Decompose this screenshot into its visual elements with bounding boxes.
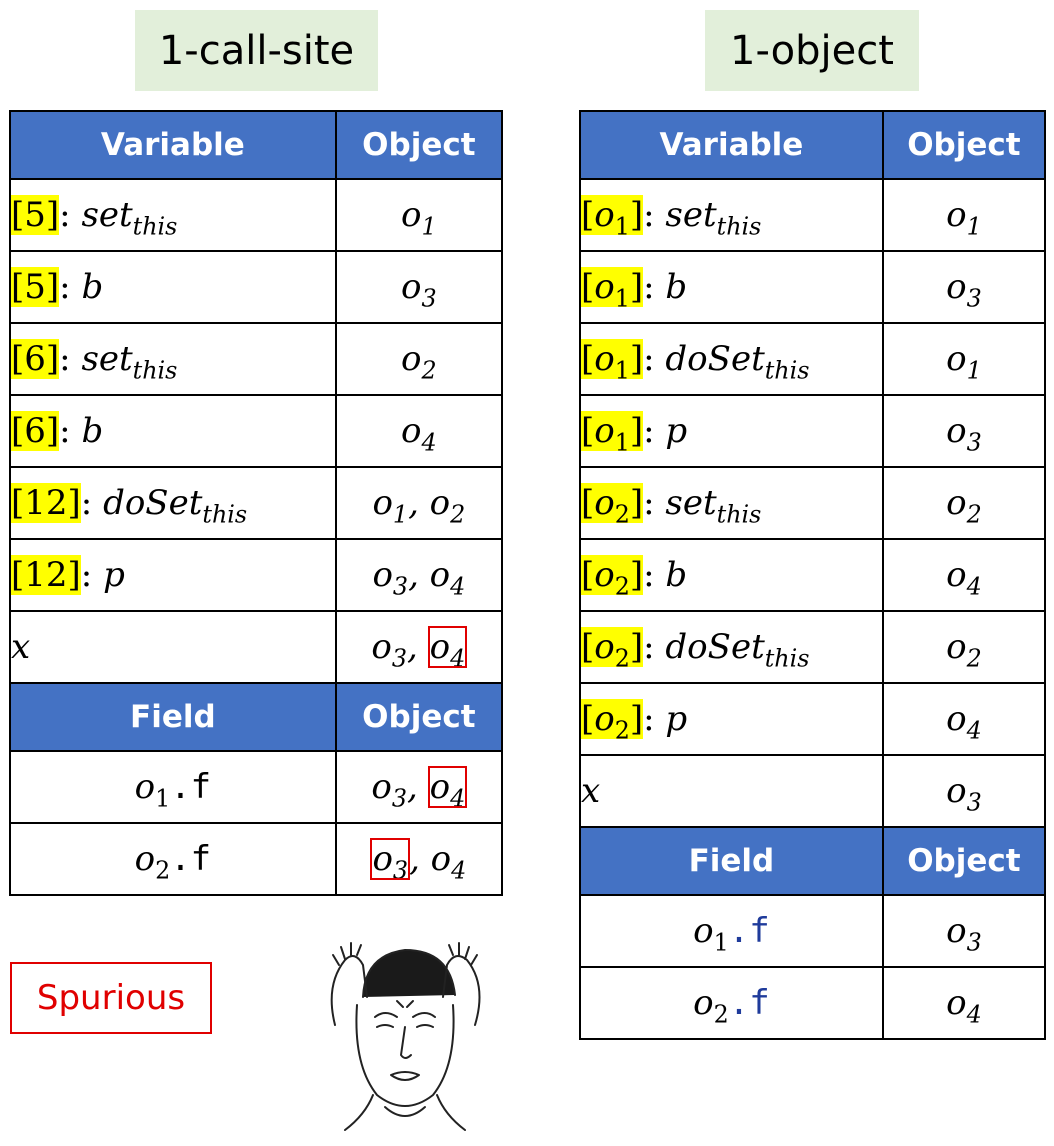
table-row: [o2]: setthis o2 — [579, 466, 1047, 540]
variable-header: Variable — [579, 110, 884, 180]
variable-cell: [5]: b — [9, 250, 337, 324]
object-field-header-row: Field Object — [579, 826, 1047, 896]
call-site-points-to-table: Variable Object [5]: setthis o1 [5]: b o3 [6… — [9, 110, 504, 896]
object-title: 1-object — [705, 10, 919, 91]
object-cell: o2 — [881, 610, 1047, 684]
variable-cell: [o1]: doSetthis — [579, 322, 884, 396]
table-row: x o3, o4 — [9, 610, 504, 684]
table-row: [o1]: p o3 — [579, 394, 1047, 468]
table-row: x o3 — [579, 754, 1047, 828]
variable-cell: [o1]: p — [579, 394, 884, 468]
variable-cell: [o1]: setthis — [579, 178, 884, 252]
object-header-row: Variable Object — [579, 110, 1047, 180]
field-header: Field — [9, 682, 337, 752]
table-row: [o2]: b o4 — [579, 538, 1047, 612]
table-row: [o2]: p o4 — [579, 682, 1047, 756]
table-row: [12]: doSetthis o1, o2 — [9, 466, 504, 540]
call-site-title: 1-call-site — [135, 10, 378, 91]
field-object-cell: o4 — [881, 966, 1047, 1040]
field-row: o2.f o3, o4 — [9, 822, 504, 896]
field-object-header: Object — [881, 826, 1047, 896]
variable-cell: [o2]: doSetthis — [579, 610, 884, 684]
spurious-label: Spurious — [10, 962, 212, 1034]
field-cell: o1.f — [9, 750, 337, 824]
field-object-header: Object — [334, 682, 504, 752]
object-cell: o1, o2 — [334, 466, 504, 540]
table-row: [5]: setthis o1 — [9, 178, 504, 252]
object-cell: o3, o4 — [334, 610, 504, 684]
table-row: [o1]: b o3 — [579, 250, 1047, 324]
table-row: [o2]: doSetthis o2 — [579, 610, 1047, 684]
field-row: o1.f o3 — [579, 894, 1047, 968]
field-cell: o2.f — [579, 966, 884, 1040]
object-header: Object — [334, 110, 504, 180]
field-cell: o1.f — [579, 894, 884, 968]
variable-cell: [o1]: b — [579, 250, 884, 324]
field-object-cell: o3, o4 — [334, 822, 504, 896]
field-row: o1.f o3, o4 — [9, 750, 504, 824]
object-points-to-table: Variable Object [o1]: setthis o1 [o1]: b o3… — [579, 110, 1047, 1040]
object-cell: o3 — [881, 754, 1047, 828]
object-cell: o1 — [881, 322, 1047, 396]
variable-cell: x — [9, 610, 337, 684]
field-object-cell: o3, o4 — [334, 750, 504, 824]
variable-cell: [12]: p — [9, 538, 337, 612]
object-cell: o1 — [881, 178, 1047, 252]
table-row: [o1]: setthis o1 — [579, 178, 1047, 252]
variable-cell: x — [579, 754, 884, 828]
table-row: [o1]: doSetthis o1 — [579, 322, 1047, 396]
variable-cell: [6]: setthis — [9, 322, 337, 396]
table-row: [12]: p o3, o4 — [9, 538, 504, 612]
variable-cell: [6]: b — [9, 394, 337, 468]
table-row: [6]: setthis o2 — [9, 322, 504, 396]
call-site-field-header-row: Field Object — [9, 682, 504, 752]
object-cell: o4 — [334, 394, 504, 468]
field-cell: o2.f — [9, 822, 337, 896]
call-site-title-text: 1-call-site — [158, 27, 355, 74]
table-row: [5]: b o3 — [9, 250, 504, 324]
field-header: Field — [579, 826, 884, 896]
object-cell: o3 — [881, 394, 1047, 468]
object-cell: o4 — [881, 538, 1047, 612]
object-cell: o2 — [881, 466, 1047, 540]
object-title-text: 1-object — [730, 27, 894, 74]
spurious-label-text: Spurious — [36, 978, 186, 1018]
variable-cell: [12]: doSetthis — [9, 466, 337, 540]
object-cell: o3, o4 — [334, 538, 504, 612]
object-cell: o3 — [881, 250, 1047, 324]
variable-header: Variable — [9, 110, 337, 180]
variable-cell: [o2]: b — [579, 538, 884, 612]
field-object-cell: o3 — [881, 894, 1047, 968]
object-cell: o2 — [334, 322, 504, 396]
variable-cell: [5]: setthis — [9, 178, 337, 252]
object-cell: o1 — [334, 178, 504, 252]
table-row: [6]: b o4 — [9, 394, 504, 468]
variable-cell: [o2]: setthis — [579, 466, 884, 540]
call-site-header-row: Variable Object — [9, 110, 504, 180]
object-cell: o3 — [334, 250, 504, 324]
field-row: o2.f o4 — [579, 966, 1047, 1040]
confused-face-meme-icon — [330, 942, 481, 1131]
object-header: Object — [881, 110, 1047, 180]
variable-cell: [o2]: p — [579, 682, 884, 756]
object-cell: o4 — [881, 682, 1047, 756]
